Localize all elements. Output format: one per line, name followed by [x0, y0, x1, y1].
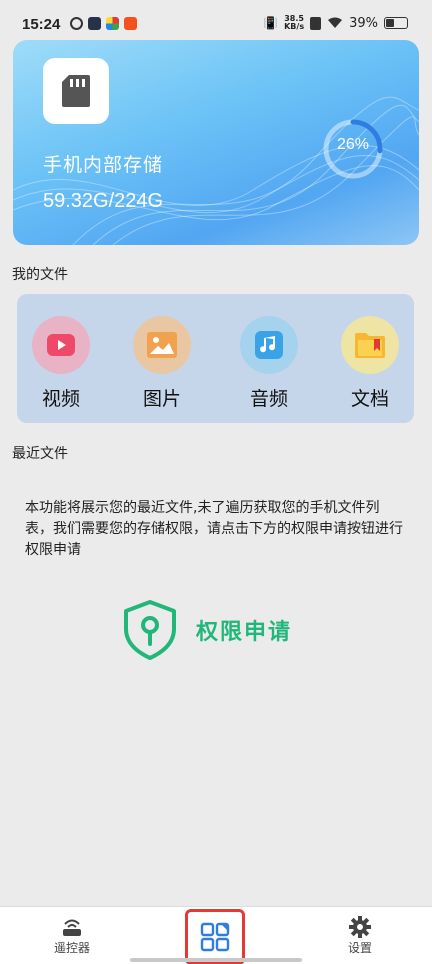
grid-apps-icon [200, 922, 230, 952]
category-video[interactable]: 视频 [21, 316, 101, 411]
category-image[interactable]: 图片 [122, 316, 202, 411]
color-app-notification-icon [106, 17, 119, 30]
wifi-icon [328, 17, 343, 28]
nav-remote-label: 遥控器 [53, 941, 90, 955]
category-audio[interactable]: 音频 [229, 316, 309, 411]
category-video-label: 视频 [41, 388, 80, 410]
category-audio-label: 音频 [249, 388, 288, 410]
nav-settings-label: 设置 [347, 941, 372, 955]
storage-size: 59.32G/224G [43, 190, 164, 212]
app-notification-icon [70, 17, 83, 30]
battery-icon [384, 17, 408, 29]
nav-settings[interactable]: 设置 [320, 915, 400, 956]
battery-percent: 39% [349, 15, 378, 31]
music-icon [240, 316, 298, 374]
folder-icon [341, 316, 399, 374]
play-notification-icon [88, 17, 101, 30]
category-document[interactable]: 文档 [330, 316, 410, 411]
gear-icon [320, 915, 400, 939]
permission-message: 本功能将展示您的最近文件,未了遍历获取您的手机文件列表，我们需要您的存储权限，请… [25, 500, 403, 558]
orange-app-notification-icon [124, 17, 137, 30]
net-speed-unit: KB/s [284, 22, 305, 31]
status-time: 15:24 [22, 16, 61, 33]
nav-remote[interactable]: 遥控器 [32, 915, 112, 956]
vibrate-icon: 📳 [263, 16, 279, 30]
usage-percent: 26% [336, 136, 370, 153]
permission-request-label: 权限申请 [196, 620, 293, 645]
net-speed: 38.5 KB/s [284, 15, 304, 31]
video-icon [32, 316, 90, 374]
category-document-label: 文档 [350, 388, 389, 410]
permission-request-button[interactable]: 权限申请 [122, 598, 312, 662]
my-files-label: 我的文件 [12, 267, 68, 283]
home-indicator[interactable] [130, 958, 302, 962]
category-image-label: 图片 [142, 388, 181, 410]
nav-files[interactable] [185, 909, 245, 964]
bottom-nav: 遥控器 设置 [0, 906, 432, 964]
router-icon [32, 915, 112, 939]
storage-title: 手机内部存储 [43, 154, 164, 176]
recent-files-label: 最近文件 [12, 446, 68, 462]
sd-card-tile [43, 58, 109, 124]
file-categories-panel: 视频 图片 音频 文档 [17, 294, 414, 423]
sd-card-icon [62, 75, 90, 107]
shield-key-icon [124, 600, 176, 660]
image-icon [133, 316, 191, 374]
status-right: 📳 38.5 KB/s 39% [263, 15, 408, 31]
no-sim-icon [310, 16, 322, 30]
